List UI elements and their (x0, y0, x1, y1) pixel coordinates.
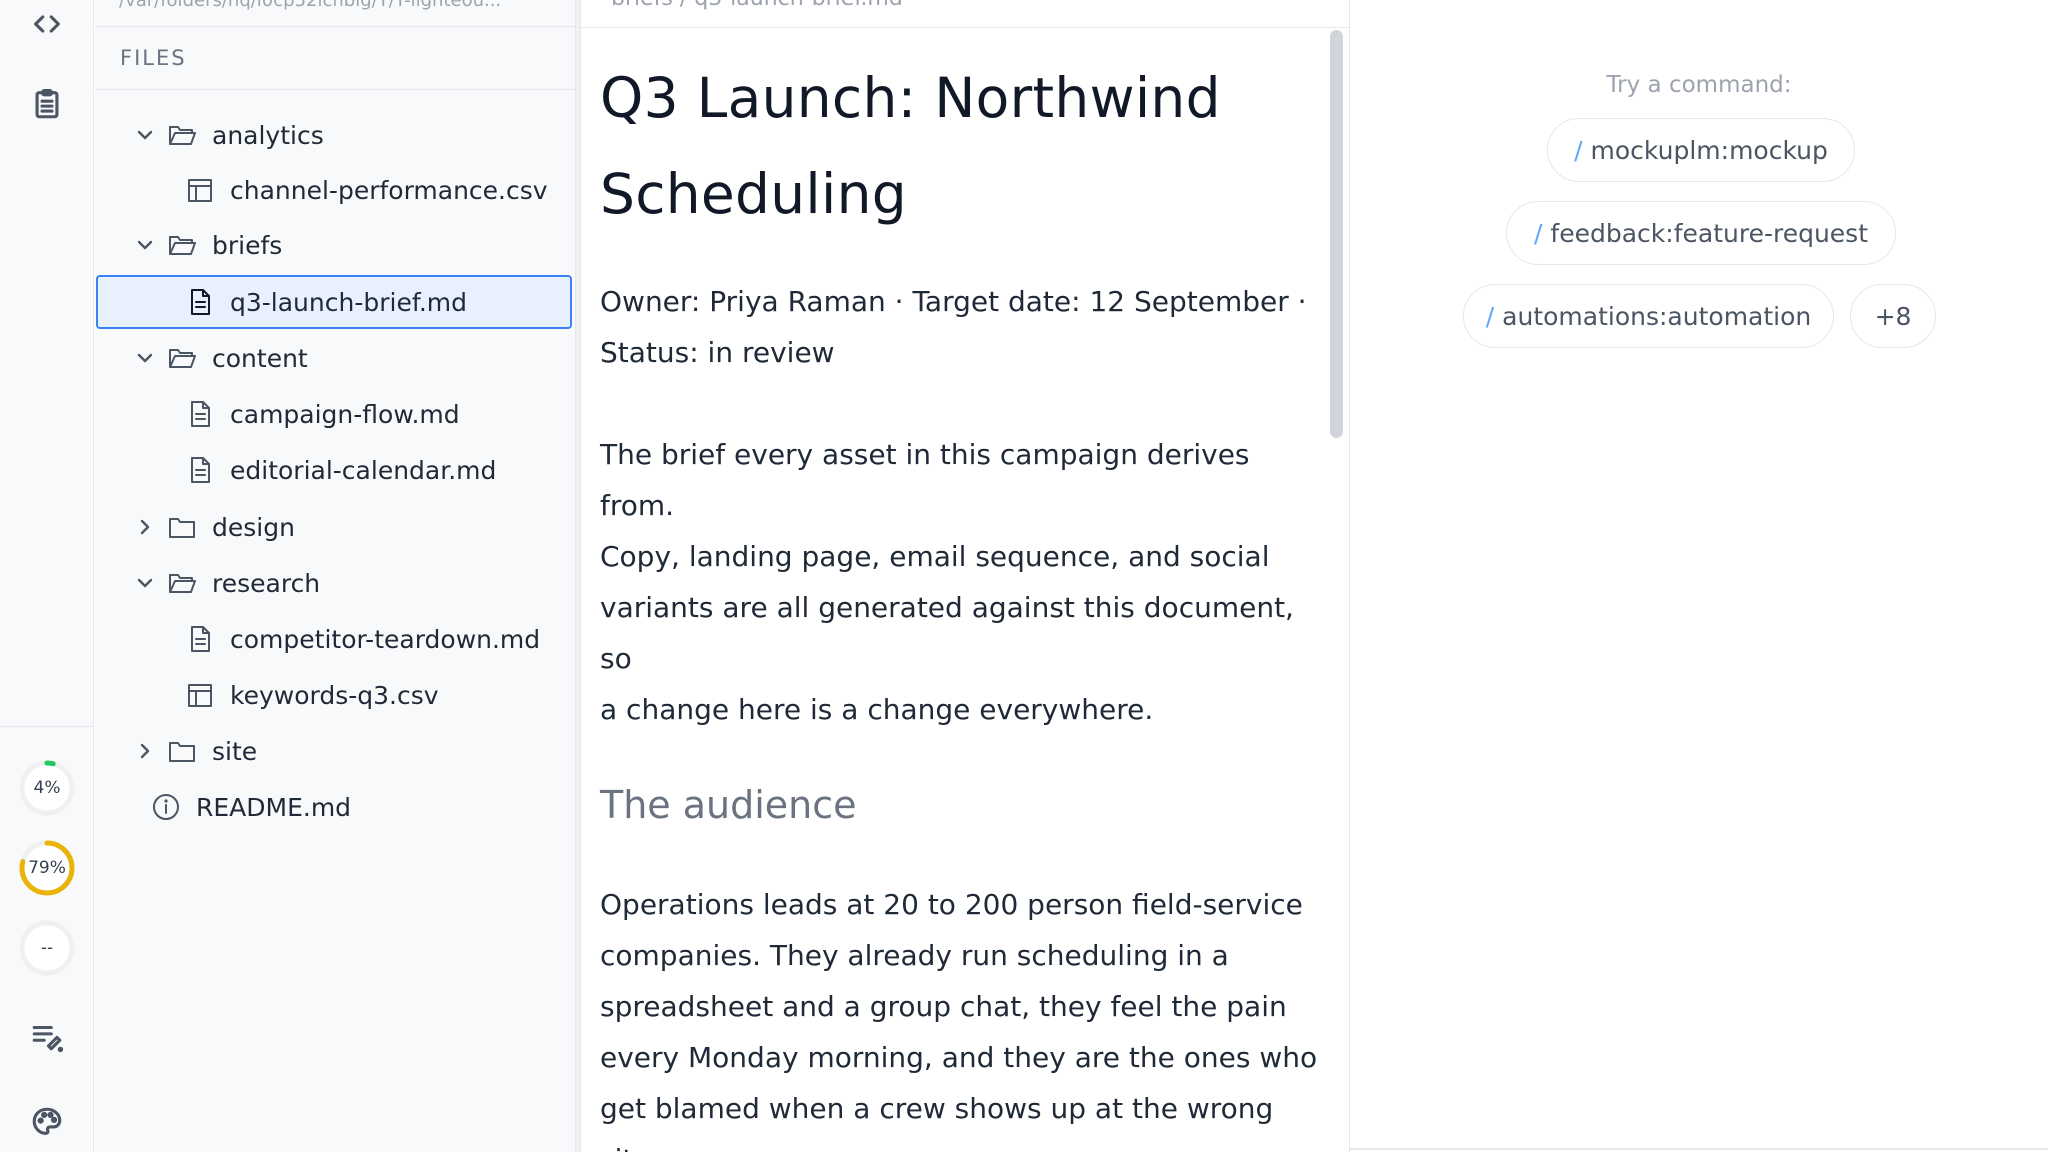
edit-list-icon[interactable] (23, 1012, 71, 1060)
paragraph-line: The brief every asset in this campaign d… (600, 438, 1250, 522)
tree-file-campaign-flow[interactable]: campaign-flow.md (97, 387, 573, 441)
command-chip-label: mockuplm:mockup (1590, 135, 1828, 165)
document-title: Q3 Launch: Northwind Scheduling (600, 50, 1320, 242)
document-content: Q3 Launch: Northwind Scheduling Owner: P… (600, 50, 1320, 1152)
folder-open-icon (169, 349, 196, 368)
files-header-divider (95, 89, 575, 90)
paragraph-line: spreadsheet and a group chat, they feel … (600, 990, 1287, 1023)
document-scrollbar[interactable] (1330, 30, 1343, 438)
files-panel: /var/folders/nq/l0cp52lchblg/T/T-lighteo… (95, 0, 575, 1152)
document-icon (191, 401, 210, 427)
palette-icon[interactable] (23, 1098, 71, 1146)
document-icon (191, 289, 210, 315)
slash-icon: / (1485, 301, 1495, 331)
table-icon (188, 684, 212, 707)
tree-row-label: channel-performance.csv (230, 175, 548, 205)
folder-open-icon (169, 574, 196, 593)
rail-divider (0, 726, 94, 727)
chevron-right-icon[interactable] (135, 741, 155, 761)
usage-meter-1[interactable]: 4% (17, 758, 77, 818)
command-chip-mockup[interactable]: / mockuplm:mockup (1547, 118, 1855, 182)
paragraph-line: site. (600, 1143, 659, 1152)
chevron-down-icon[interactable] (135, 573, 155, 593)
usage-meter-label: 79% (28, 858, 66, 878)
tree-row-label: README.md (196, 792, 352, 822)
command-panel: Try a command: / mockuplm:mockup / feedb… (1350, 0, 2048, 1152)
tree-folder-content[interactable]: content (97, 331, 573, 385)
tree-row-label: editorial-calendar.md (230, 455, 497, 485)
usage-meter-3[interactable]: -- (17, 918, 77, 978)
command-hint: Try a command: (1606, 72, 1792, 98)
tree-folder-design[interactable]: design (97, 500, 573, 554)
paragraph-line: companies. They already run scheduling i… (600, 939, 1229, 972)
intro-paragraph: The brief every asset in this campaign d… (600, 429, 1320, 735)
more-commands-chip[interactable]: +8 (1850, 284, 1936, 348)
panel-bottom-border (1350, 1148, 2048, 1150)
tree-file-competitor-teardown[interactable]: competitor-teardown.md (97, 612, 573, 666)
paragraph-line: every Monday morning, and they are the o… (600, 1041, 1318, 1074)
files-top-border (95, 26, 575, 27)
tree-file-readme[interactable]: README.md (97, 780, 573, 834)
code-icon[interactable] (23, 0, 71, 48)
audience-paragraph: Operations leads at 20 to 200 person fie… (600, 879, 1320, 1152)
title-line: Scheduling (600, 162, 907, 226)
chevron-down-icon[interactable] (135, 348, 155, 368)
tree-file-editorial-calendar[interactable]: editorial-calendar.md (97, 443, 573, 497)
tree-file-q3-launch-brief[interactable]: q3-launch-brief.md (96, 275, 572, 329)
section-heading: The audience (600, 783, 857, 827)
document-toolbar: briefs / q3-launch-brief.md (581, 0, 1349, 28)
folder-open-icon (169, 236, 196, 255)
tree-folder-briefs[interactable]: briefs (97, 218, 573, 272)
tree-row-label: analytics (212, 120, 324, 150)
title-line: Q3 Launch: Northwind (600, 66, 1221, 130)
paragraph-line: Operations leads at 20 to 200 person fie… (600, 888, 1303, 921)
info-icon (153, 794, 179, 820)
slash-icon: / (1574, 135, 1583, 165)
document-viewer: briefs / q3-launch-brief.md Q3 Launch: N… (581, 0, 1349, 1152)
usage-meter-label: -- (40, 938, 54, 958)
document-icon (191, 626, 210, 652)
workspace-path: /var/folders/nq/l0cp52lchblg/T/T-lighteo… (119, 0, 502, 11)
chevron-down-icon[interactable] (135, 235, 155, 255)
slash-icon: / (1533, 218, 1543, 248)
tree-row-label: design (212, 512, 295, 542)
chevron-down-icon[interactable] (135, 125, 155, 145)
folder-icon (169, 518, 195, 538)
tree-folder-site[interactable]: site (97, 724, 573, 778)
tree-row-label: briefs (212, 230, 283, 260)
tree-row-label: q3-launch-brief.md (230, 287, 467, 317)
paragraph-line: get blamed when a crew shows up at the w… (600, 1092, 1274, 1125)
table-icon (188, 179, 212, 202)
usage-meter-label: 4% (33, 778, 61, 798)
command-chip-label: feedback:feature-request (1550, 218, 1868, 248)
tree-file-channel-performance[interactable]: channel-performance.csv (97, 163, 573, 217)
meta-line: Status: in review (600, 336, 835, 369)
tree-row-label: content (212, 343, 308, 373)
folder-icon (169, 742, 195, 762)
tree-folder-analytics[interactable]: analytics (97, 108, 573, 162)
left-rail: 4% 79% -- (0, 0, 94, 1152)
paragraph-line: variants are all generated against this … (600, 591, 1294, 675)
tree-row-label: research (212, 568, 321, 598)
chevron-right-icon[interactable] (135, 517, 155, 537)
command-chip-feature-request[interactable]: / feedback:feature-request (1506, 201, 1896, 265)
command-chip-label: automations:automation (1502, 301, 1812, 331)
breadcrumb[interactable]: briefs / q3-launch-brief.md (611, 0, 903, 11)
paragraph-line: a change here is a change everywhere. (600, 693, 1154, 726)
usage-meter-2[interactable]: 79% (17, 838, 77, 898)
command-chip-automation[interactable]: / automations:automation (1463, 284, 1834, 348)
tree-row-label: campaign-flow.md (230, 399, 460, 429)
folder-open-icon (169, 126, 196, 145)
meta-paragraph: Owner: Priya Raman · Target date: 12 Sep… (600, 276, 1320, 378)
document-icon (191, 457, 210, 483)
files-header: FILES (120, 46, 187, 70)
tree-row-label: keywords-q3.csv (230, 680, 439, 710)
tree-file-keywords-q3[interactable]: keywords-q3.csv (97, 668, 573, 722)
tree-row-label: competitor-teardown.md (230, 624, 541, 654)
tree-row-label: site (212, 736, 258, 766)
tree-folder-research[interactable]: research (97, 556, 573, 610)
clipboard-icon[interactable] (23, 80, 71, 128)
paragraph-line: Copy, landing page, email sequence, and … (600, 540, 1270, 573)
meta-line: Owner: Priya Raman · Target date: 12 Sep… (600, 285, 1307, 318)
